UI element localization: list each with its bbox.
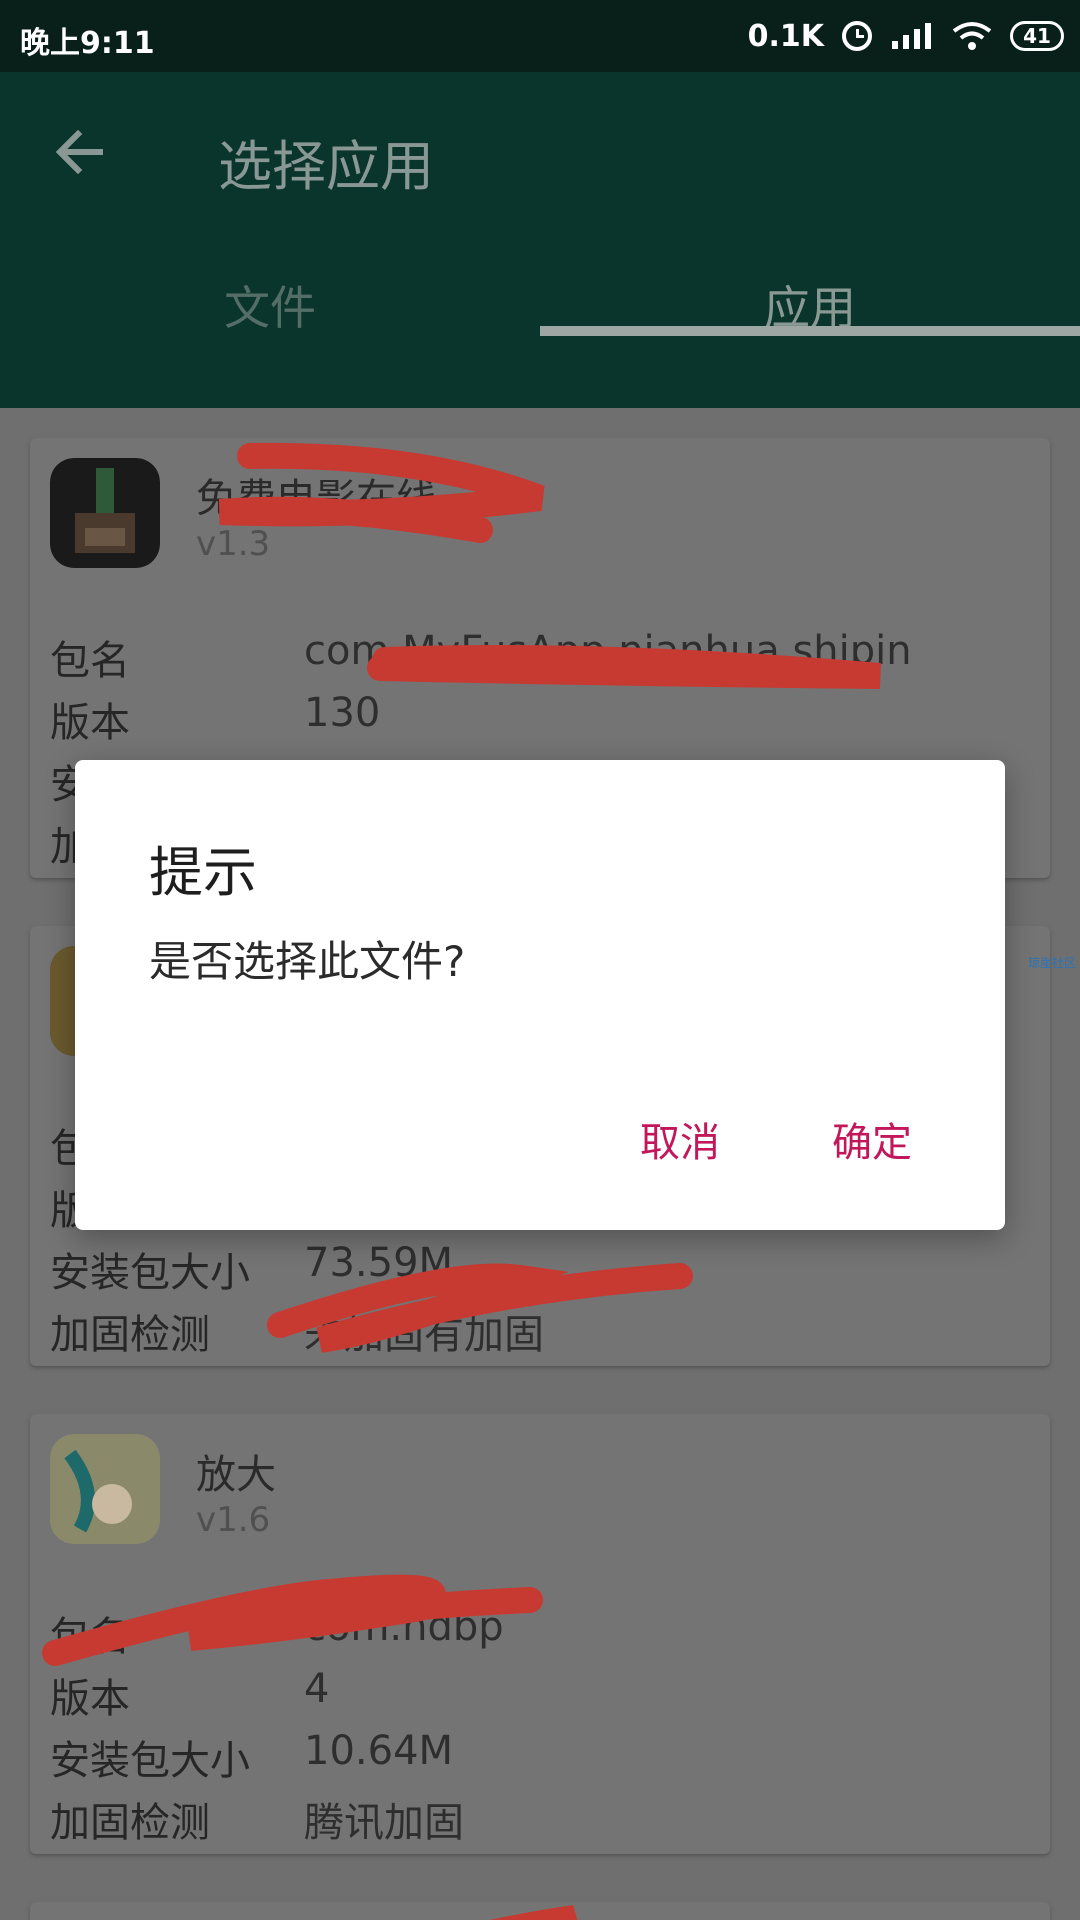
version-value: 4 — [304, 1666, 330, 1712]
package-label: 包名 — [50, 638, 130, 684]
tab-bar: 文件 应用 — [0, 240, 1080, 370]
hardening-row: 加固检测 腾讯加固 — [50, 1790, 1030, 1850]
app-icon — [50, 458, 160, 568]
back-arrow-icon[interactable] — [50, 122, 110, 182]
app-name: 免费电影在线 — [196, 476, 436, 522]
status-bar: 晚上9:11 0.1K 41 — [0, 0, 1080, 72]
version-row: 版本 4 — [50, 1666, 1030, 1726]
app-name: 放大 — [196, 1452, 276, 1498]
app-bar: 选择应用 文件 应用 — [0, 72, 1080, 408]
app-version: v1.6 — [196, 1500, 271, 1540]
app-version: v1.3 — [196, 524, 271, 564]
battery-icon: 41 — [1010, 21, 1064, 51]
dialog-message: 是否选择此文件? — [149, 937, 466, 986]
confirm-dialog: 提示 是否选择此文件? 取消 确定 — [75, 760, 1005, 1230]
signal-icon — [892, 23, 931, 49]
tab-files[interactable]: 文件 — [0, 240, 540, 370]
tab-apps[interactable]: 应用 — [540, 240, 1080, 370]
app-card[interactable] — [30, 1902, 1050, 1920]
size-value: 10.64M — [304, 1728, 454, 1774]
network-speed: 0.1K — [747, 18, 824, 54]
version-label: 版本 — [50, 1676, 130, 1722]
app-card[interactable]: 放大 v1.6 包名 com.hdbp 版本 4 安装包大小 10.64M 加固… — [30, 1414, 1050, 1854]
size-label: 安装包大小 — [50, 1738, 250, 1784]
hardening-value: 未加固有加固 — [304, 1312, 544, 1358]
hardening-row: 加固检测 未加固有加固 — [50, 1302, 1030, 1362]
dialog-title: 提示 — [149, 841, 257, 904]
version-row: 版本 130 — [50, 690, 1030, 750]
package-value: com.hdbp — [304, 1604, 504, 1650]
package-row: 包名 com.hdbp — [50, 1604, 1030, 1664]
size-value: 73.59M — [304, 1240, 454, 1286]
status-icons: 0.1K 41 — [748, 14, 1064, 58]
status-time: 晚上9:11 — [20, 26, 155, 61]
version-value: 130 — [304, 690, 381, 736]
tab-indicator — [540, 326, 1080, 336]
size-row: 安装包大小 73.59M — [50, 1240, 1030, 1300]
package-value: com.MyFusApp.nianhua.shipin — [304, 628, 912, 674]
confirm-button[interactable]: 确定 — [832, 1110, 912, 1168]
cancel-button[interactable]: 取消 — [640, 1110, 720, 1168]
size-label: 安装包大小 — [50, 1250, 250, 1296]
app-icon — [50, 1434, 160, 1544]
size-row: 安装包大小 10.64M — [50, 1728, 1030, 1788]
package-row: 包名 com.MyFusApp.nianhua.shipin — [50, 628, 1030, 688]
package-label: 包名 — [50, 1614, 130, 1660]
watermark: 琼崖社区 — [1028, 956, 1077, 970]
alarm-icon — [842, 21, 872, 51]
wifi-icon — [952, 22, 992, 50]
hardening-label: 加固检测 — [50, 1800, 210, 1846]
version-label: 版本 — [50, 700, 130, 746]
hardening-label: 加固检测 — [50, 1312, 210, 1358]
hardening-value: 腾讯加固 — [304, 1800, 464, 1846]
page-title: 选择应用 — [218, 135, 434, 198]
